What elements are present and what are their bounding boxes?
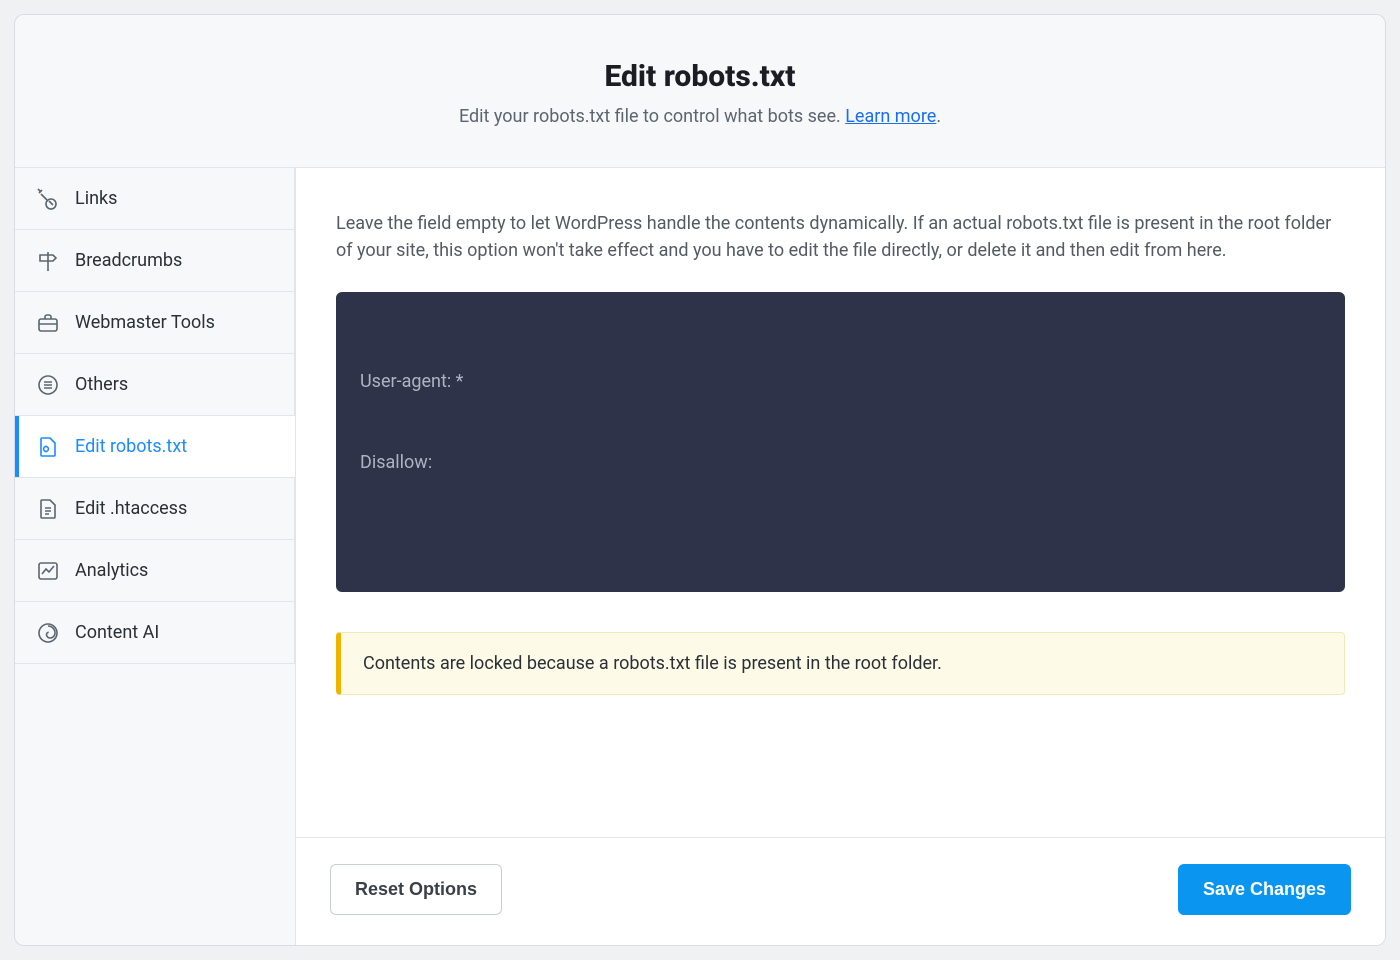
sidebar-item-label: Webmaster Tools	[75, 312, 215, 333]
signpost-icon	[35, 248, 61, 274]
sidebar-item-label: Breadcrumbs	[75, 250, 182, 271]
robots-blank-line	[360, 530, 1321, 557]
sidebar-item-label: Analytics	[75, 560, 148, 581]
links-icon	[35, 186, 61, 212]
chart-icon	[35, 558, 61, 584]
spiral-icon	[35, 620, 61, 646]
file-text-icon	[35, 496, 61, 522]
sidebar-item-edit-htaccess[interactable]: Edit .htaccess	[15, 478, 295, 540]
sidebar-item-label: Edit robots.txt	[75, 436, 187, 457]
robots-line: User-agent: *	[360, 368, 1321, 395]
sidebar-item-analytics[interactable]: Analytics	[15, 540, 295, 602]
sidebar-item-label: Others	[75, 374, 128, 395]
sidebar-item-links[interactable]: Links	[15, 168, 295, 230]
reset-options-button[interactable]: Reset Options	[330, 864, 502, 915]
page-title: Edit robots.txt	[35, 59, 1365, 94]
locked-notice: Contents are locked because a robots.txt…	[336, 632, 1345, 695]
section-description: Leave the field empty to let WordPress h…	[336, 210, 1345, 264]
main-content: Leave the field empty to let WordPress h…	[295, 168, 1385, 945]
sidebar: Links Breadcrumbs	[15, 168, 295, 945]
robots-line: Disallow:	[360, 449, 1321, 476]
page-subtitle: Edit your robots.txt file to control wha…	[35, 106, 1365, 127]
sidebar-item-label: Edit .htaccess	[75, 498, 187, 519]
robots-txt-editor[interactable]: User-agent: * Disallow: Sitemap: http://…	[336, 292, 1345, 592]
settings-panel: Edit robots.txt Edit your robots.txt fil…	[14, 14, 1386, 946]
panel-header: Edit robots.txt Edit your robots.txt fil…	[15, 15, 1385, 168]
learn-more-link[interactable]: Learn more	[845, 106, 936, 127]
sidebar-item-label: Links	[75, 188, 117, 209]
sidebar-item-content-ai[interactable]: Content AI	[15, 602, 295, 664]
panel-footer: Reset Options Save Changes	[296, 837, 1385, 945]
sidebar-item-others[interactable]: Others	[15, 354, 295, 416]
subtitle-text: Edit your robots.txt file to control wha…	[459, 106, 845, 127]
save-changes-button[interactable]: Save Changes	[1178, 864, 1351, 915]
list-circle-icon	[35, 372, 61, 398]
sidebar-item-webmaster-tools[interactable]: Webmaster Tools	[15, 292, 295, 354]
file-gear-icon	[35, 434, 61, 460]
briefcase-icon	[35, 310, 61, 336]
sidebar-item-breadcrumbs[interactable]: Breadcrumbs	[15, 230, 295, 292]
sidebar-item-edit-robots[interactable]: Edit robots.txt	[15, 416, 295, 478]
sidebar-item-label: Content AI	[75, 622, 159, 643]
